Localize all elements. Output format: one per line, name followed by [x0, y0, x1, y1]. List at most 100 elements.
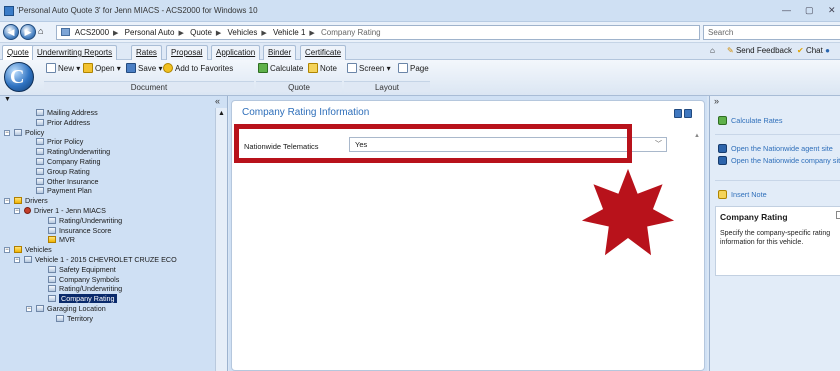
card-scroll-icon[interactable]: ▲: [694, 133, 702, 153]
tree-item[interactable]: − Policy: [0, 128, 214, 138]
navigation-tree: Mailing Address Prior Address − Policy Prior…: [0, 108, 214, 324]
forward-button[interactable]: ▶: [20, 24, 36, 40]
tree-item-label: Policy: [25, 127, 45, 137]
tree-item-label: Company Symbols: [59, 274, 120, 284]
tree-item[interactable]: Rating/Underwriting: [0, 147, 214, 157]
folder-icon: [14, 197, 22, 205]
tree-item-content: Vehicles: [14, 245, 52, 255]
tree-item[interactable]: − Drivers: [0, 196, 214, 206]
tab-application[interactable]: Application: [211, 45, 261, 60]
calculate-label: Calculate: [270, 64, 304, 73]
calculator-icon: [718, 116, 727, 125]
tree-item[interactable]: Mailing Address: [0, 108, 214, 118]
tree-item[interactable]: Group Rating: [0, 167, 214, 177]
export-icon[interactable]: [684, 109, 692, 118]
tree-item[interactable]: Company Rating: [0, 294, 214, 304]
crumb-company-rating[interactable]: Company Rating: [321, 28, 381, 37]
tree-item[interactable]: Prior Policy: [0, 137, 214, 147]
back-button[interactable]: ◀: [3, 24, 19, 40]
open-company-site-link[interactable]: Open the Nationwide company site: [718, 156, 840, 165]
tree-item[interactable]: Territory: [0, 314, 214, 324]
app-logo[interactable]: C: [4, 62, 34, 92]
crumb-quote[interactable]: Quote: [190, 28, 212, 37]
tree-item-label: Prior Address: [47, 117, 91, 127]
tree-toggle-icon[interactable]: −: [4, 129, 10, 136]
search-input[interactable]: Search: [703, 25, 840, 40]
tree-item-label: Insurance Score: [59, 225, 112, 235]
tree-item[interactable]: Safety Equipment: [0, 265, 214, 275]
tab-binder[interactable]: Binder: [263, 45, 297, 60]
tree-item-content: Vehicle 1 - 2015 CHEVROLET CRUZE ECO: [24, 255, 177, 265]
scroll-up-icon[interactable]: ▲: [218, 110, 225, 117]
tree-item[interactable]: − Vehicle 1 - 2015 CHEVROLET CRUZE ECO: [0, 255, 214, 265]
tree-item[interactable]: − Vehicles: [0, 245, 214, 255]
crumb-acs2000[interactable]: ACS2000: [75, 28, 109, 37]
calculate-rates-link[interactable]: Calculate Rates: [718, 116, 840, 125]
doc-icon: [36, 187, 44, 195]
tree-item[interactable]: − Garaging Location: [0, 304, 214, 314]
add-to-favorites-label: Add to Favorites: [175, 64, 234, 73]
open-agent-site-link[interactable]: Open the Nationwide agent site: [718, 144, 840, 153]
panel-dropdown-icon[interactable]: ▼: [4, 96, 11, 103]
tree-item-label: Payment Plan: [47, 186, 92, 196]
open-button[interactable]: Open ▾: [83, 63, 121, 76]
tree-item[interactable]: Company Symbols: [0, 275, 214, 285]
insert-note-link[interactable]: Insert Note: [718, 190, 840, 199]
tab-certificate[interactable]: Certificate: [300, 45, 347, 60]
tree-toggle-icon[interactable]: −: [26, 305, 32, 312]
tree-item[interactable]: Prior Address: [0, 118, 214, 128]
tree-toggle-icon[interactable]: −: [4, 247, 10, 254]
note-label: Note: [320, 64, 337, 73]
open-label: Open: [95, 64, 115, 73]
screen-button[interactable]: Screen ▾: [347, 63, 391, 76]
home-icon[interactable]: ⌂: [38, 26, 43, 36]
tab-rates[interactable]: Rates: [131, 45, 162, 60]
tree-scrollbar[interactable]: ▲: [215, 108, 227, 371]
tree-item[interactable]: Payment Plan: [0, 186, 214, 196]
breadcrumb[interactable]: ACS2000 ▶ Personal Auto ▶ Quote ▶ Vehicles ▶…: [56, 25, 700, 40]
page-button[interactable]: Page: [398, 63, 429, 76]
tab-underwriting-reports[interactable]: Underwriting Reports: [32, 45, 118, 60]
minimize-button[interactable]: —: [782, 5, 791, 15]
tree-item[interactable]: Company Rating: [0, 157, 214, 167]
restore-button[interactable]: ▢: [805, 5, 814, 16]
help-icon[interactable]: [674, 109, 682, 118]
new-button[interactable]: New ▾: [46, 63, 80, 76]
tree-item[interactable]: − Driver 1 - Jenn MIACS: [0, 206, 214, 216]
pin-icon[interactable]: [836, 211, 840, 219]
tab-quote[interactable]: Quote: [2, 45, 34, 60]
tree-item[interactable]: Rating/Underwriting: [0, 216, 214, 226]
tree-item-content: Company Rating: [36, 157, 101, 167]
tree-item-label: Group Rating: [47, 166, 90, 176]
calculate-button[interactable]: Calculate: [258, 63, 303, 76]
save-button[interactable]: Save ▾: [126, 63, 162, 76]
doc-icon: [36, 157, 44, 165]
tree-item-content: Policy: [14, 128, 44, 138]
crumb-vehicle-1[interactable]: Vehicle 1: [273, 28, 305, 37]
tree-item[interactable]: MVR: [0, 235, 214, 245]
tree-item-content: Prior Policy: [36, 137, 83, 147]
tree-toggle-icon[interactable]: −: [4, 198, 10, 205]
doc-icon: [48, 216, 56, 224]
tree-item[interactable]: Rating/Underwriting: [0, 284, 214, 294]
tree-item[interactable]: Other Insurance: [0, 177, 214, 187]
crumb-vehicles[interactable]: Vehicles: [228, 28, 258, 37]
add-to-favorites-button[interactable]: Add to Favorites: [163, 63, 233, 76]
task-panel: » Calculate Rates Open the Nationwide ag…: [709, 96, 840, 371]
tree-item-content: Other Insurance: [36, 177, 99, 187]
tree-toggle-icon[interactable]: −: [14, 256, 20, 263]
crumb-personal-auto[interactable]: Personal Auto: [125, 28, 175, 37]
chat-button[interactable]: ✔ Chat ●: [797, 46, 830, 55]
settings-icon[interactable]: ⌂: [710, 46, 715, 55]
note-button[interactable]: Note: [308, 63, 337, 76]
send-feedback-button[interactable]: ✎ Send Feedback: [727, 46, 792, 55]
tree-item-label: Company Rating: [59, 294, 117, 304]
tab-proposal[interactable]: Proposal: [166, 45, 208, 60]
collapse-panel-button[interactable]: «: [215, 96, 220, 106]
expand-panel-button[interactable]: »: [714, 96, 719, 106]
tree-item-content: Driver 1 - Jenn MIACS: [24, 206, 106, 216]
tree-toggle-icon[interactable]: −: [14, 207, 20, 214]
close-button[interactable]: ✕: [828, 5, 836, 16]
tree-item-label: Company Rating: [47, 156, 101, 166]
tree-item[interactable]: Insurance Score: [0, 226, 214, 236]
